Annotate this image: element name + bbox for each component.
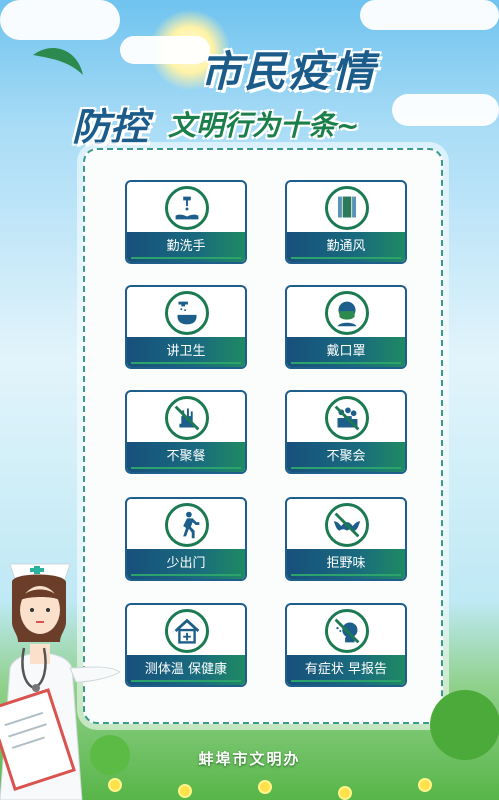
cloud: [392, 94, 499, 126]
no-dining-icon: [165, 396, 209, 440]
card-label: 拒野味: [287, 549, 405, 579]
card-no-wild-game[interactable]: 拒野味: [285, 497, 407, 581]
card-ventilation[interactable]: 勤通风: [285, 180, 407, 264]
medical-house-icon: [165, 609, 209, 653]
card-label: 不聚餐: [127, 442, 245, 472]
card-label: 勤洗手: [127, 232, 245, 262]
title-line1: 市民疫情: [200, 47, 377, 96]
flower: [180, 786, 190, 796]
walking-person-icon: [165, 503, 209, 547]
card-wash-hands[interactable]: 勤洗手: [125, 180, 247, 264]
card-report-symptoms[interactable]: 有症状 早报告: [285, 603, 407, 687]
shower-icon: [165, 291, 209, 335]
flower: [420, 780, 430, 790]
card-label: 不聚会: [287, 442, 405, 472]
title-line2-rest: 文明行为十条~: [168, 109, 360, 142]
flower: [260, 782, 270, 792]
card-label: 戴口罩: [287, 337, 405, 367]
title-line2-bold: 防控: [72, 105, 149, 149]
footer-organization: 蚌埠市文明办: [198, 750, 301, 768]
face-mask-icon: [325, 291, 369, 335]
card-label: 讲卫生: [127, 337, 245, 367]
card-no-gathering[interactable]: 不聚会: [285, 390, 407, 474]
hand-wash-icon: [165, 186, 209, 230]
card-face-mask[interactable]: 戴口罩: [285, 285, 407, 369]
cloud: [0, 0, 120, 40]
card-label: 有症状 早报告: [287, 655, 405, 685]
leaf-swoosh-icon: [33, 47, 83, 75]
no-wild-animal-icon: [325, 503, 369, 547]
card-no-dining[interactable]: 不聚餐: [125, 390, 247, 474]
flower: [340, 788, 350, 798]
card-hygiene[interactable]: 讲卫生: [125, 285, 247, 369]
cough-report-icon: [325, 609, 369, 653]
cloud: [120, 36, 210, 64]
cloud: [360, 0, 499, 30]
no-gathering-icon: [325, 396, 369, 440]
card-label: 勤通风: [287, 232, 405, 262]
ventilation-window-icon: [325, 186, 369, 230]
